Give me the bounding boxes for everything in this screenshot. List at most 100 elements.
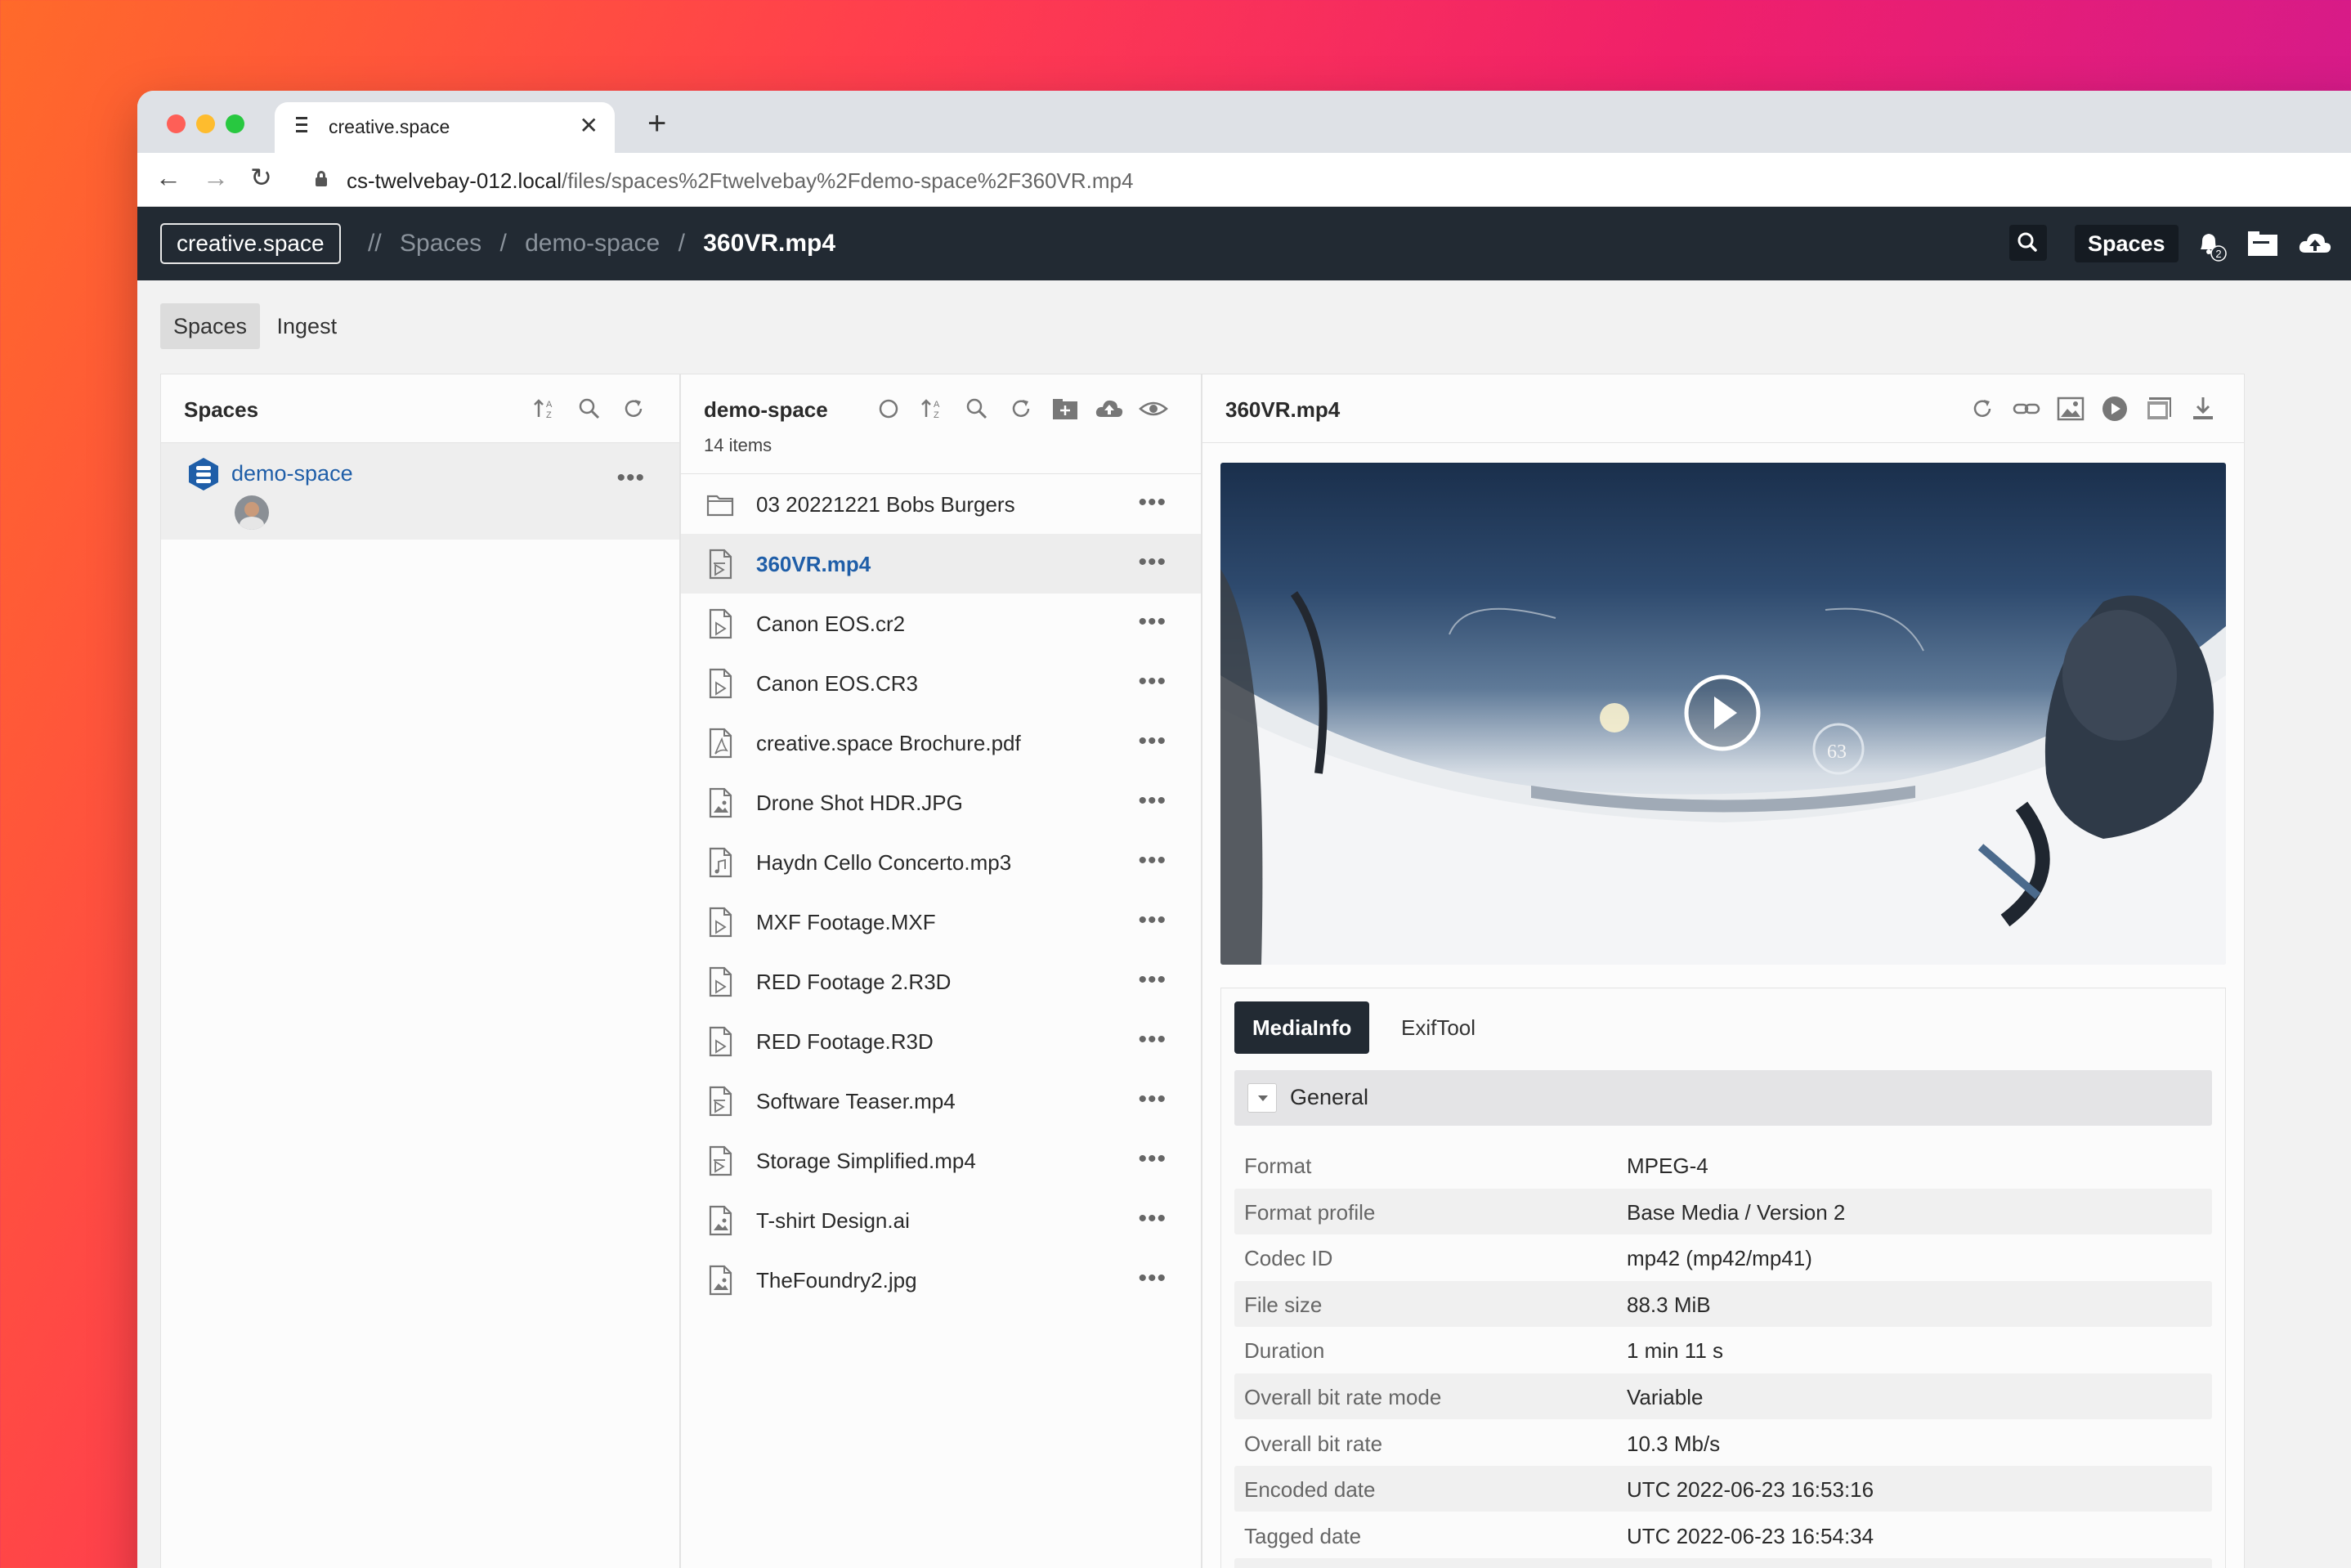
subnav-ingest[interactable]: Ingest [264,303,351,349]
search-button[interactable] [575,394,604,423]
more-options-icon[interactable]: ••• [1138,1147,1167,1172]
file-name[interactable]: Haydn Cello Concerto.mp3 [756,850,1011,876]
space-name[interactable]: demo-space [231,461,353,486]
more-options-icon[interactable]: ••• [1138,908,1167,933]
upload-button[interactable] [1095,394,1124,423]
breadcrumb-item-demo-space[interactable]: demo-space [525,230,660,257]
tab-mediainfo[interactable]: MediaInfo [1234,1001,1370,1054]
close-window-button[interactable] [167,114,186,133]
more-options-icon[interactable]: ••• [1138,1087,1167,1112]
file-row[interactable]: MXF Footage.MXF ••• [681,892,1201,952]
file-name[interactable]: 360VR.mp4 [756,552,871,577]
folders-button[interactable] [2245,226,2281,262]
more-options-icon[interactable]: ••• [1138,1207,1167,1231]
more-options-icon[interactable]: ••• [1138,550,1167,575]
file-name[interactable]: Canon EOS.cr2 [756,612,905,637]
file-row[interactable]: 360VR.mp4 ••• [681,534,1201,594]
file-row[interactable]: Software Teaser.mp4 ••• [681,1071,1201,1131]
play-button[interactable] [1683,674,1762,752]
new-folder-button[interactable] [1050,394,1080,423]
more-options-icon[interactable]: ••• [1138,1028,1167,1052]
svg-text:Z: Z [546,410,552,420]
file-name[interactable]: creative.space Brochure.pdf [756,731,1021,756]
brand-logo[interactable]: creative.space [160,223,341,264]
section-general[interactable]: General [1234,1070,2212,1126]
section-title: General [1290,1085,1369,1109]
file-row[interactable]: TheFoundry2.jpg ••• [681,1250,1201,1310]
file-name[interactable]: TheFoundry2.jpg [756,1268,917,1293]
more-options-icon[interactable]: ••• [1138,670,1167,694]
file-name[interactable]: T-shirt Design.ai [756,1208,910,1234]
more-options-icon[interactable]: ••• [1138,968,1167,992]
chevron-down-icon[interactable] [1247,1083,1277,1113]
tab-exiftool[interactable]: ExifTool [1383,1001,1493,1054]
lock-icon[interactable] [316,171,327,187]
download-button[interactable] [2188,394,2218,423]
url-field[interactable]: cs-twelvebay-012.local/files/spaces%2Ftw… [347,168,1133,194]
file-name[interactable]: Canon EOS.CR3 [756,671,918,697]
play-button[interactable] [2100,394,2129,423]
gallery-button[interactable] [2144,394,2174,423]
more-options-icon[interactable]: ••• [1138,789,1167,813]
thumbnail-button[interactable] [2056,394,2085,423]
file-name[interactable]: 03 20221221 Bobs Burgers [756,492,1015,517]
file-row[interactable]: Canon EOS.cr2 ••• [681,594,1201,653]
upload-button[interactable] [2297,226,2333,262]
video-overlay-number: 63 [1827,741,1847,763]
mediainfo-row: Overall bit rate mode Variable [1234,1373,2212,1419]
forward-arrow-icon[interactable]: → [203,164,229,190]
reload-icon[interactable]: ↻ [250,164,272,190]
browser-tab[interactable]: creative.space ✕ [275,102,615,153]
more-options-icon[interactable]: ••• [1138,491,1167,515]
file-row[interactable]: creative.space Brochure.pdf ••• [681,713,1201,773]
close-tab-icon[interactable]: ✕ [580,112,598,139]
item-count: 14 items [704,435,772,455]
select-all-button[interactable] [874,394,903,423]
file-row[interactable]: 03 20221221 Bobs Burgers ••• [681,474,1201,534]
notifications-button[interactable]: 2 [2192,226,2228,262]
more-options-icon[interactable]: ••• [1138,1266,1167,1291]
detail-panel-title: 360VR.mp4 [1225,397,1341,422]
preview-toggle-button[interactable] [1139,394,1168,423]
file-row[interactable]: Drone Shot HDR.JPG ••• [681,773,1201,832]
file-row[interactable]: T-shirt Design.ai ••• [681,1190,1201,1250]
file-name[interactable]: RED Footage.R3D [756,1029,934,1055]
new-tab-button[interactable]: + [647,107,666,140]
file-name[interactable]: Software Teaser.mp4 [756,1089,956,1114]
mediainfo-key: File size [1244,1292,1323,1317]
sort-button[interactable]: AZ [918,394,947,423]
maximize-window-button[interactable] [226,114,244,133]
refresh-button[interactable] [1968,394,1997,423]
play-icon [1684,674,1761,751]
mediainfo-key: Duration [1244,1338,1325,1364]
more-options-icon[interactable]: ••• [1138,610,1167,634]
file-row[interactable]: RED Footage 2.R3D ••• [681,952,1201,1011]
sort-button[interactable]: AZ [531,394,560,423]
file-row[interactable]: RED Footage.R3D ••• [681,1011,1201,1071]
file-row[interactable]: Haydn Cello Concerto.mp3 ••• [681,832,1201,892]
subnav-spaces[interactable]: Spaces [160,303,261,349]
more-options-icon[interactable]: ••• [616,466,645,491]
refresh-button[interactable] [1006,394,1036,423]
file-name[interactable]: RED Footage 2.R3D [756,970,951,995]
file-name[interactable]: Storage Simplified.mp4 [756,1149,976,1174]
spaces-button[interactable]: Spaces [2075,225,2179,262]
search-button[interactable] [962,394,992,423]
space-item-demo-space[interactable]: demo-space ••• [161,443,679,540]
refresh-button[interactable] [619,394,648,423]
breadcrumb-item-spaces[interactable]: Spaces [400,230,481,257]
more-options-icon[interactable]: ••• [1138,729,1167,754]
back-arrow-icon[interactable]: ← [155,164,181,190]
mediainfo-value: UTC 2022-06-23 16:53:16 [1627,1477,1874,1503]
search-button[interactable] [2009,225,2047,261]
mediainfo-value: 88.3 MiB [1627,1292,1711,1317]
more-options-icon[interactable]: ••• [1138,849,1167,873]
file-row[interactable]: Storage Simplified.mp4 ••• [681,1131,1201,1190]
spaces-panel-title: Spaces [184,397,259,422]
file-name[interactable]: Drone Shot HDR.JPG [756,791,963,816]
minimize-window-button[interactable] [196,114,215,133]
file-row[interactable]: Canon EOS.CR3 ••• [681,653,1201,713]
copy-link-button[interactable] [2012,394,2041,423]
video-player[interactable]: 63 [1220,463,2226,965]
file-name[interactable]: MXF Footage.MXF [756,910,936,935]
